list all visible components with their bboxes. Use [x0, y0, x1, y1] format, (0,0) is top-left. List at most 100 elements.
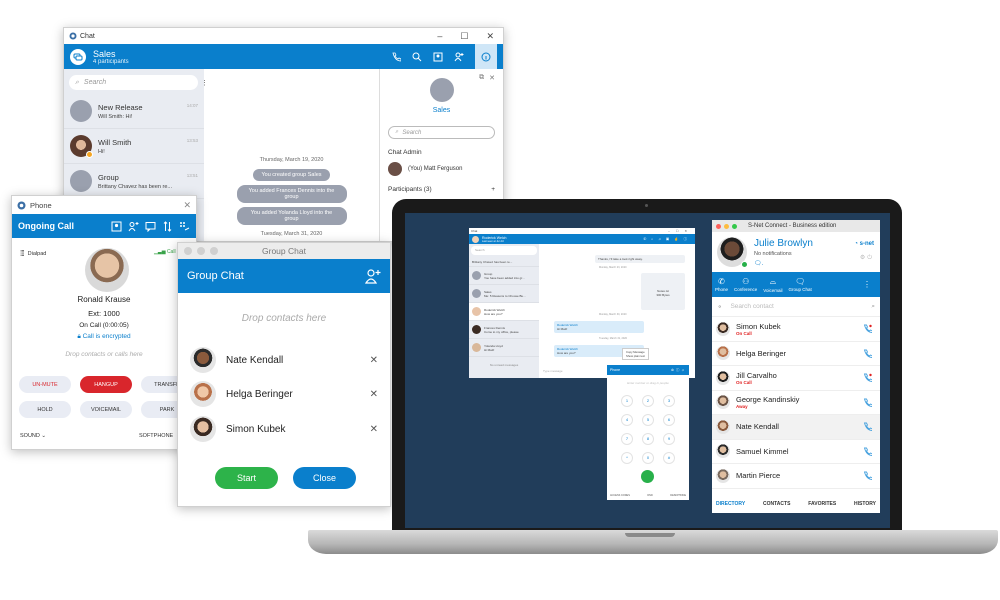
- nav-label: Group Chat: [788, 287, 812, 292]
- call-contact-icon[interactable]: [863, 447, 872, 456]
- tab-contacts[interactable]: CONTACTS: [763, 501, 790, 507]
- remove-member-icon[interactable]: ✕: [370, 389, 378, 400]
- dialpad-toggle[interactable]: ⁞⁞⁞ Dialpad: [20, 249, 46, 258]
- menu-item-plain-text[interactable]: Show plain text: [626, 354, 645, 358]
- conversation-item[interactable]: Frances Dennis Come to my office, please: [469, 321, 539, 339]
- header-action-icons[interactable]: ✆⌕♫▣☝ⓘ: [643, 237, 692, 242]
- close-panel-icon[interactable]: ✕: [489, 74, 495, 82]
- nav-voicemail[interactable]: ⌓ Voicemail: [763, 277, 782, 293]
- conversation-item[interactable]: Yolanda Lloyd Hi Matt!: [469, 339, 539, 357]
- softphone-toggle[interactable]: SOFTPHONE: [139, 433, 173, 439]
- contact-search-input[interactable]: ⚬ Search contact ⌕: [712, 297, 880, 317]
- info-button[interactable]: [475, 44, 497, 69]
- conversation-item[interactable]: Group Brittany Chavez has been re... 13:5…: [64, 164, 204, 199]
- contact-item[interactable]: Martin Pierce: [712, 464, 880, 489]
- call-contact-icon[interactable]: [863, 422, 872, 432]
- mini-search-input[interactable]: Search: [471, 246, 537, 255]
- keypad-key[interactable]: 7: [621, 433, 633, 445]
- transfer-icon[interactable]: [162, 220, 173, 232]
- minimize-button[interactable]: –: [437, 31, 442, 42]
- add-user-icon[interactable]: [128, 221, 139, 232]
- close-button[interactable]: Close: [293, 467, 356, 489]
- remove-member-icon[interactable]: ✕: [370, 424, 378, 435]
- conversation-item[interactable]: Sales Me: 5 Reasons to Choose Bu...: [469, 285, 539, 303]
- call-contact-icon[interactable]: [863, 324, 872, 334]
- drop-zone[interactable]: Drop contacts or calls here: [12, 351, 196, 358]
- keypad-key[interactable]: 8: [642, 433, 654, 445]
- conversation-item[interactable]: Brittany Chavez has been re...: [469, 257, 539, 267]
- window-controls[interactable]: –☐✕: [668, 229, 693, 233]
- start-button[interactable]: Start: [215, 467, 278, 489]
- sound-menu[interactable]: SOUND ⌄: [20, 433, 46, 439]
- contact-item[interactable]: Helga Beringer: [712, 342, 880, 366]
- deskphone-button[interactable]: DESKPHONE: [670, 494, 686, 497]
- keypad-key[interactable]: 1: [621, 395, 633, 407]
- call-contact-icon[interactable]: [863, 471, 872, 481]
- tab-favorites[interactable]: FAVORITES: [808, 501, 836, 507]
- close-window-button[interactable]: [716, 223, 721, 229]
- remove-member-icon[interactable]: ✕: [370, 355, 378, 366]
- phone-icon[interactable]: [391, 52, 401, 62]
- online-status-icon: [741, 261, 748, 268]
- minimize-window-button[interactable]: [724, 223, 729, 229]
- call-contact-icon[interactable]: [863, 349, 872, 358]
- conversation-item[interactable]: Group You have been added into gr...: [469, 267, 539, 285]
- contact-item[interactable]: Jill Carvalho On Call: [712, 366, 880, 391]
- conversation-item[interactable]: New Release Will Smith: Hi! 14:07: [64, 94, 204, 129]
- hangup-button[interactable]: HANGUP: [80, 376, 132, 393]
- popout-icon[interactable]: ⧉: [479, 74, 484, 82]
- tab-directory[interactable]: DIRECTORY: [716, 501, 745, 507]
- tab-history[interactable]: HISTORY: [854, 501, 876, 507]
- contact-item[interactable]: Samuel Kimmel: [712, 440, 880, 464]
- keypad-key[interactable]: 4: [621, 414, 633, 426]
- number-input[interactable]: Enter number or drag in people: [607, 381, 689, 385]
- keypad-key[interactable]: 3: [663, 395, 675, 407]
- participant-search-input[interactable]: ⌕ Search: [388, 126, 495, 139]
- power-icon[interactable]: ⏻: [867, 255, 874, 261]
- drop-zone[interactable]: Drop contacts here: [178, 313, 390, 324]
- dnd-button[interactable]: DND: [647, 494, 652, 497]
- contact-card-icon[interactable]: [111, 221, 122, 232]
- keypad-key[interactable]: #: [663, 452, 675, 464]
- keypad-key[interactable]: 6: [663, 414, 675, 426]
- search-icon[interactable]: [412, 52, 422, 62]
- more-menu-icon[interactable]: ⋮: [863, 280, 871, 289]
- maximize-button[interactable]: ☐: [460, 31, 468, 42]
- status-message-icon[interactable]: 🗨︎.: [754, 260, 763, 267]
- close-button[interactable]: ✕: [486, 31, 494, 42]
- nav-group-chat[interactable]: 🗨︎ Group Chat: [789, 277, 812, 292]
- file-attachment[interactable]: Notes.txt 300 Bytes: [641, 273, 685, 310]
- nav-conference[interactable]: ⚇ Conference: [734, 277, 757, 292]
- conversation-item[interactable]: Will Smith Hi! 13:53: [64, 129, 204, 164]
- close-button[interactable]: ✕: [183, 200, 191, 211]
- zoom-window-button[interactable]: [732, 223, 737, 229]
- nav-phone[interactable]: ✆ Phone: [715, 277, 728, 292]
- conversation-preview: Hi!: [98, 148, 105, 155]
- voicemail-button[interactable]: VOICEMAIL: [80, 401, 132, 418]
- add-participant-icon[interactable]: +: [491, 186, 495, 193]
- add-user-icon[interactable]: [454, 52, 464, 62]
- admin-item[interactable]: (You) Matt Ferguson: [388, 162, 495, 176]
- keypad-key[interactable]: 5: [642, 414, 654, 426]
- unmute-button[interactable]: UN-MUTE: [19, 376, 71, 393]
- call-contact-icon[interactable]: [863, 398, 872, 407]
- dialpad-icon[interactable]: [179, 221, 190, 232]
- hold-button[interactable]: HOLD: [19, 401, 71, 418]
- conversation-search-input[interactable]: ⌕ Search ⋮: [69, 75, 208, 90]
- call-button[interactable]: [641, 470, 654, 483]
- conversation-item[interactable]: Roderick Welch How are you?: [469, 303, 539, 321]
- keypad-key[interactable]: 0: [642, 452, 654, 464]
- keypad-key[interactable]: 9: [663, 433, 675, 445]
- keypad-key[interactable]: 2: [642, 395, 654, 407]
- keypad-key[interactable]: *: [621, 452, 633, 464]
- contact-card-icon[interactable]: [433, 52, 443, 62]
- call-contact-icon[interactable]: [863, 373, 872, 383]
- chat-icon[interactable]: [145, 221, 156, 232]
- header-action-icons[interactable]: ⊛ⓘ♫: [671, 368, 686, 373]
- add-contact-icon[interactable]: [365, 268, 381, 284]
- access-codes-button[interactable]: ACCESS CODES: [610, 494, 630, 497]
- message-input[interactable]: Type message: [543, 369, 563, 373]
- contact-item[interactable]: Nate Kendall: [712, 415, 880, 440]
- contact-item[interactable]: George Kandinskiy Away: [712, 391, 880, 415]
- contact-item[interactable]: Simon Kubek On Call: [712, 317, 880, 342]
